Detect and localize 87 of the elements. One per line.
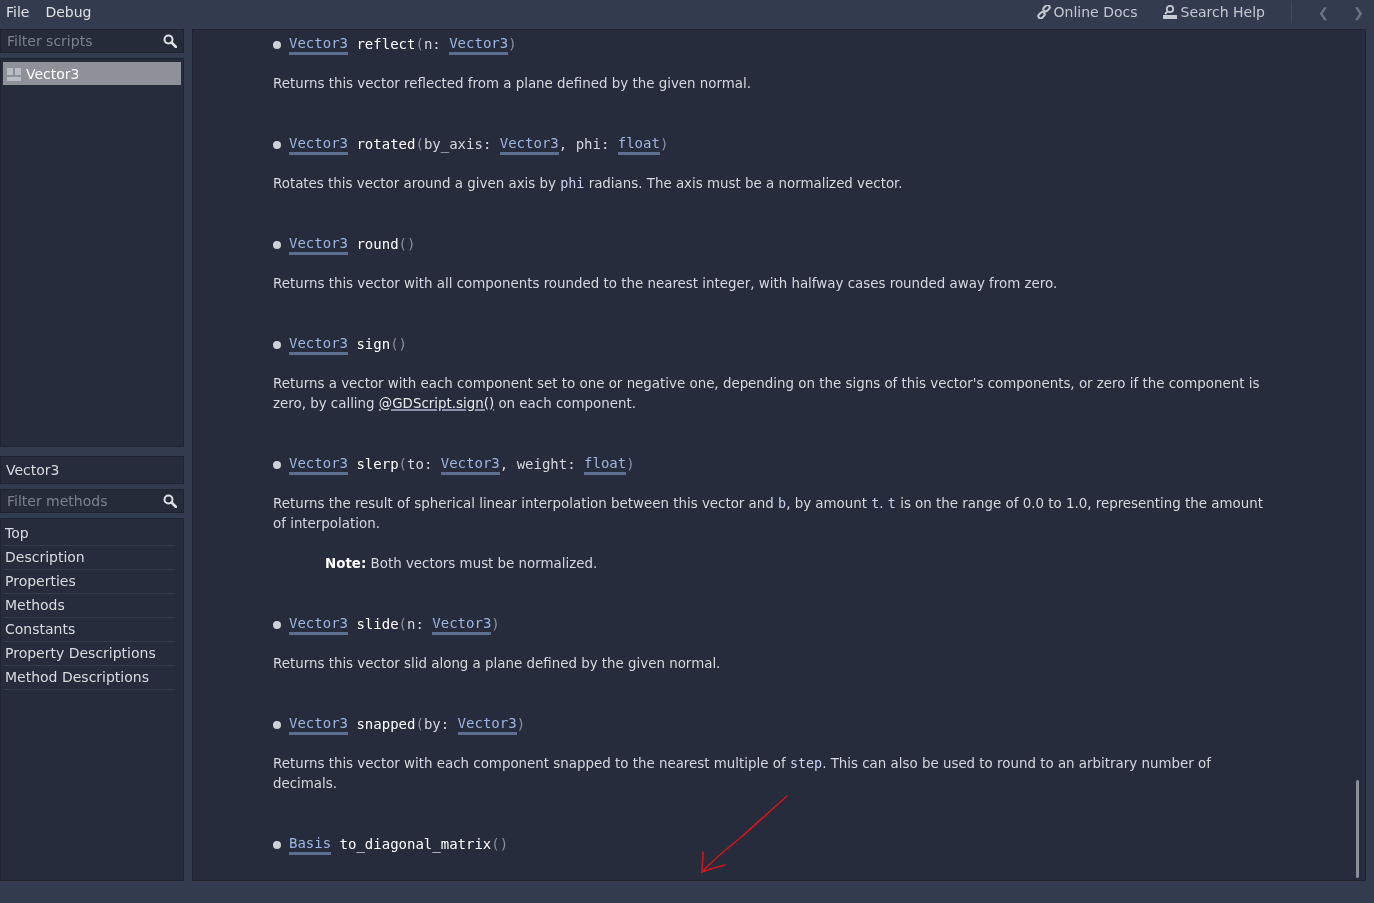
type-link[interactable]: Vector3: [289, 613, 348, 635]
search-icon: [163, 34, 177, 48]
type-link[interactable]: Basis: [289, 833, 332, 855]
bullet-icon: [273, 141, 281, 149]
parenthesis: (: [398, 616, 408, 632]
param-name: to:: [407, 456, 433, 472]
param-name: by_axis:: [423, 136, 492, 152]
outline-item[interactable]: Top: [3, 522, 175, 547]
parenthesis: ): [398, 336, 408, 352]
menu-item[interactable]: Debug: [45, 4, 92, 20]
comma: ,: [558, 136, 568, 152]
method-description: Returns the result of spherical linear interpolation between this vector and b, by amount t. t is on the range of 0.0 to 1.0, representing the amount of interpolation.: [273, 495, 1264, 533]
param-name: weight:: [516, 456, 576, 472]
method-description: Rotates this vector around a given axis by phi radians. The axis must be a normalized vector.: [273, 175, 904, 193]
param-name: n:: [423, 36, 441, 52]
param-name: phi:: [575, 136, 610, 152]
parenthesis: ): [508, 36, 517, 52]
filter-scripts-field[interactable]: Filter scripts: [7, 33, 163, 49]
parenthesis: ): [626, 456, 635, 472]
comma: ,: [499, 456, 509, 472]
method-name: to_diagonal_matrix: [339, 836, 492, 852]
type-link[interactable]: Vector3: [289, 33, 348, 55]
method-description: Returns this vector slid along a plane defined by the given normal.: [273, 655, 722, 673]
parenthesis: (: [390, 336, 399, 352]
parenthesis: (: [415, 716, 424, 732]
outline-item[interactable]: Method Descriptions: [3, 666, 175, 691]
parenthesis: (: [415, 36, 424, 52]
method-name: sign: [356, 336, 391, 352]
parenthesis: ): [407, 236, 416, 252]
method-name: snapped: [356, 716, 416, 732]
type-link[interactable]: Vector3: [289, 133, 348, 155]
type-link[interactable]: float: [584, 453, 627, 475]
outline-item[interactable]: Description: [3, 546, 175, 571]
bullet-icon: [273, 41, 281, 49]
bullet-icon: [273, 241, 281, 249]
bullet-icon: [273, 841, 281, 849]
type-link[interactable]: float: [617, 133, 660, 155]
method-description: Returns this vector reflected from a plane defined by the given normal.: [273, 75, 752, 93]
type-link[interactable]: Vector3: [449, 33, 509, 55]
type-link[interactable]: Vector3: [457, 713, 517, 735]
param-name: by:: [423, 716, 450, 732]
bullet-icon: [273, 461, 281, 469]
online-docs-button[interactable]: Online Docs: [1032, 4, 1142, 20]
outline-item[interactable]: Constants: [3, 618, 175, 643]
parenthesis: ): [659, 136, 669, 152]
type-link[interactable]: Vector3: [289, 453, 348, 475]
method-name: slerp: [356, 456, 399, 472]
parenthesis: (: [491, 836, 500, 852]
doc-search-icon: [1161, 4, 1178, 20]
outline-item[interactable]: Property Descriptions: [3, 642, 175, 667]
filter-methods-box[interactable]: Filter methods: [0, 489, 184, 514]
doc-icon: [6, 65, 22, 82]
bullet-icon: [273, 341, 281, 349]
method-description: Returns a vector with each component set to one or negative one, depending on the signs of this vector's components, or zero if the component is zero, by calling @GDScript.sign() on each component.: [273, 375, 1261, 413]
link-icon: [1036, 5, 1051, 19]
method-name: slide: [356, 616, 399, 632]
parenthesis: ): [499, 836, 509, 852]
parenthesis: ): [491, 616, 500, 632]
method-name: reflect: [356, 36, 416, 52]
type-link[interactable]: Vector3: [432, 613, 492, 635]
method-name: round: [356, 236, 399, 252]
scrollbar-thumb[interactable]: [1356, 780, 1359, 878]
doc-link[interactable]: @GDScript.sign(): [378, 396, 495, 411]
parenthesis: (: [398, 236, 408, 252]
menu-item[interactable]: File: [6, 4, 30, 20]
method-description: Returns this vector with all components rounded to the nearest integer, with halfway cases rounded away from zero.: [273, 275, 1059, 293]
type-link[interactable]: Vector3: [289, 713, 348, 735]
parenthesis: (: [398, 456, 408, 472]
filter-scripts-box[interactable]: Filter scripts: [0, 29, 184, 53]
class-name-label: Vector3: [0, 456, 184, 485]
param-name: n:: [407, 616, 424, 632]
outline-item[interactable]: Properties: [3, 570, 175, 595]
bullet-icon: [273, 721, 281, 729]
method-description: Returns this vector with each component snapped to the nearest multiple of step. This can also be used to round to an arbitrary number of decimals.: [273, 755, 1213, 793]
parenthesis: ): [516, 716, 526, 732]
filter-methods-field[interactable]: Filter methods: [7, 493, 163, 510]
type-link[interactable]: Vector3: [289, 233, 348, 255]
outline-item[interactable]: Methods: [3, 594, 175, 619]
search-help-button[interactable]: Search Help: [1157, 4, 1269, 20]
type-link[interactable]: Vector3: [499, 133, 559, 155]
type-link[interactable]: Vector3: [289, 333, 348, 355]
parenthesis: (: [415, 136, 424, 152]
type-link[interactable]: Vector3: [440, 453, 500, 475]
method-name: rotated: [356, 136, 416, 152]
note-text: Note: Both vectors must be normalized.: [325, 555, 599, 573]
bullet-icon: [273, 621, 281, 629]
search-icon: [163, 494, 177, 509]
